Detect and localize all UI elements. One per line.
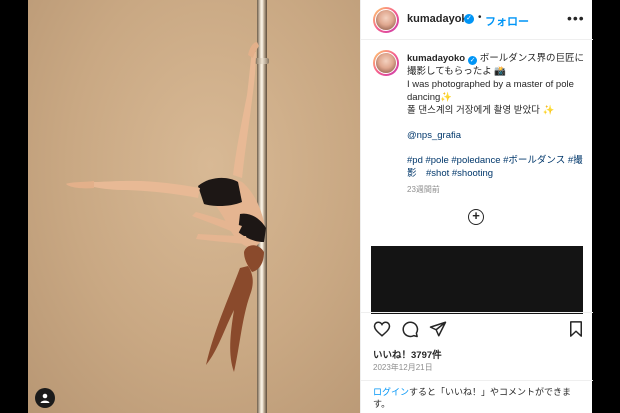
verified-icon: ✓ bbox=[464, 14, 474, 24]
caption-line-2: I was photographed by a master of pole d… bbox=[407, 79, 574, 103]
mention-link[interactable]: @nps_grafia bbox=[407, 129, 587, 142]
hashtags-link[interactable]: #pd #pole #poledance #ボールダンス #撮影 #shot #… bbox=[407, 154, 587, 180]
pole-dancer-figure bbox=[66, 42, 266, 372]
caption-avatar[interactable] bbox=[373, 50, 399, 76]
caption-username[interactable]: kumadayoko bbox=[407, 53, 465, 64]
redacted-block bbox=[371, 246, 583, 314]
author-avatar[interactable] bbox=[373, 7, 399, 33]
more-options-icon[interactable]: ••• bbox=[567, 10, 585, 26]
caption-text: kumadayoko ✓ ボールダンス界の巨匠に撮影してもらったよ 📸 I was… bbox=[407, 52, 587, 196]
follow-button[interactable]: フォロー bbox=[485, 13, 529, 29]
login-link[interactable]: ログイン bbox=[373, 387, 409, 397]
separator-dot: • bbox=[478, 12, 482, 23]
sparkle-emoji: ✨ bbox=[542, 105, 555, 116]
action-bar bbox=[361, 312, 593, 342]
add-comment-icon[interactable]: + bbox=[468, 209, 484, 225]
sparkle-emoji: ✨ bbox=[440, 92, 453, 103]
heart-icon[interactable] bbox=[373, 320, 391, 338]
post-side-panel: kumadayoko ✓ • フォロー ••• kumadayoko ✓ ボールダ… bbox=[360, 0, 593, 413]
post-date: 2023年12月21日 bbox=[373, 363, 433, 372]
caption-line-3: 폴 댄스계의 거장에게 촬영 받았다 bbox=[407, 105, 540, 116]
verified-icon: ✓ bbox=[468, 56, 478, 65]
bookmark-icon[interactable] bbox=[567, 320, 585, 338]
comment-icon[interactable] bbox=[401, 320, 419, 338]
post-photo[interactable] bbox=[28, 0, 360, 413]
embed-frame: kumadayoko ✓ • フォロー ••• kumadayoko ✓ ボールダ… bbox=[0, 0, 620, 413]
post-header: kumadayoko ✓ • フォロー ••• bbox=[361, 0, 593, 40]
likes-count[interactable]: いいね！3797件 bbox=[373, 347, 442, 361]
camera-emoji: 📸 bbox=[494, 66, 507, 77]
login-prompt: ログインすると「いいね！」やコメントができます。 bbox=[361, 380, 593, 413]
profile-icon[interactable] bbox=[35, 388, 55, 408]
caption-time: 23週間前 bbox=[407, 185, 440, 194]
share-icon[interactable] bbox=[429, 320, 447, 338]
